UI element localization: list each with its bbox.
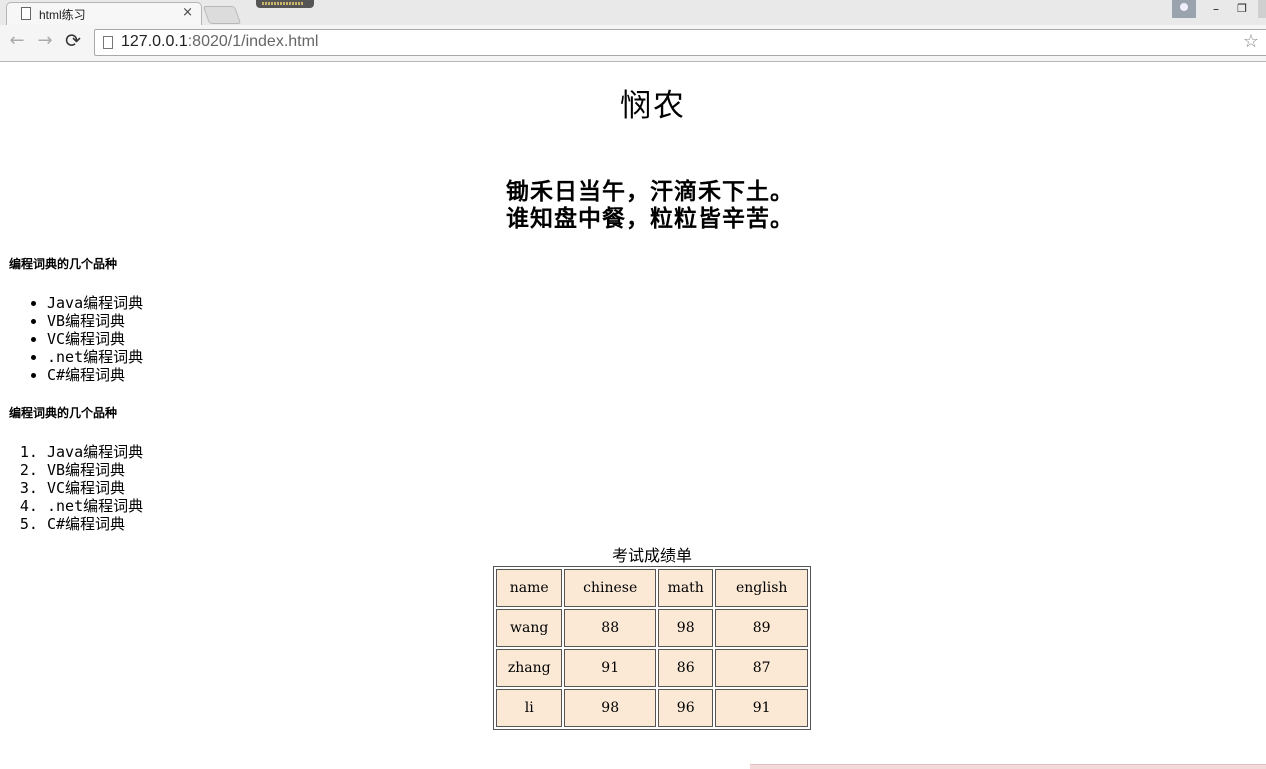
table-header-cell: chinese bbox=[564, 569, 657, 607]
table-header-cell: math bbox=[658, 569, 714, 607]
score-table: name chinese math english wang 88 98 89 … bbox=[493, 566, 811, 730]
media-indicator-icon bbox=[256, 0, 314, 8]
poem-body: 锄禾日当午，汗滴禾下土。 谁知盘中餐，粒粒皆辛苦。 bbox=[0, 178, 1266, 232]
table-cell: 96 bbox=[658, 689, 714, 727]
table-cell: 91 bbox=[715, 689, 808, 727]
page-title: 悯农 bbox=[620, 88, 686, 124]
score-table-wrapper: 考试成绩单 name chinese math english wang 88 … bbox=[493, 546, 811, 730]
url-text[interactable]: 127.0.0.1:8020/1/index.html bbox=[121, 33, 318, 51]
list-item: VC编程词典 bbox=[47, 479, 143, 497]
table-cell: 98 bbox=[564, 689, 657, 727]
reload-button[interactable]: ⟳ bbox=[63, 31, 83, 51]
toolbar: ← → ⟳ 127.0.0.1:8020/1/index.html ☆ bbox=[0, 25, 1266, 61]
tab-strip: html练习 × – ❐ bbox=[0, 0, 1266, 25]
poem-line-2: 谁知盘中餐，粒粒皆辛苦。 bbox=[506, 205, 794, 232]
table-header-cell: name bbox=[496, 569, 563, 607]
back-button[interactable]: ← bbox=[7, 31, 27, 51]
list-item: Java编程词典 bbox=[47, 294, 143, 312]
page-icon bbox=[103, 36, 113, 49]
table-cell: 91 bbox=[564, 649, 657, 687]
tab-title: html练习 bbox=[39, 8, 86, 22]
table-cell: 87 bbox=[715, 649, 808, 687]
table-row: wang 88 98 89 bbox=[496, 609, 808, 647]
forward-button[interactable]: → bbox=[35, 31, 55, 51]
table-cell: 88 bbox=[564, 609, 657, 647]
minimize-button[interactable]: – bbox=[1208, 2, 1224, 18]
file-icon bbox=[21, 7, 31, 20]
tab-html-practice[interactable]: html练习 × bbox=[6, 2, 202, 25]
poem-line-1: 锄禾日当午，汗滴禾下土。 bbox=[506, 178, 794, 205]
new-tab-button[interactable] bbox=[202, 6, 242, 24]
table-row: li 98 96 91 bbox=[496, 689, 808, 727]
maximize-button[interactable]: ❐ bbox=[1234, 2, 1250, 18]
table-cell: 86 bbox=[658, 649, 714, 687]
table-cell: 89 bbox=[715, 609, 808, 647]
table-cell: li bbox=[496, 689, 563, 727]
browser-chrome: html练习 × – ❐ ← → ⟳ 127.0.0.1:8020/1/inde… bbox=[0, 0, 1266, 62]
list-item: C#编程词典 bbox=[47, 366, 143, 384]
list-item: .net编程词典 bbox=[47, 348, 143, 366]
bookmark-star-icon[interactable]: ☆ bbox=[1243, 31, 1259, 52]
url-host: 127.0.0.1 bbox=[121, 33, 188, 50]
table-cell: wang bbox=[496, 609, 563, 647]
overlay-edge bbox=[750, 764, 1266, 769]
table-header-row: name chinese math english bbox=[496, 569, 808, 607]
page-viewport: 悯农 锄禾日当午，汗滴禾下土。 谁知盘中餐，粒粒皆辛苦。 编程词典的几个品种 J… bbox=[0, 62, 1266, 769]
table-header-cell: english bbox=[715, 569, 808, 607]
close-icon[interactable]: × bbox=[182, 5, 193, 20]
list-item: VB编程词典 bbox=[47, 312, 143, 330]
window-edge bbox=[1258, 0, 1266, 18]
list-item: VC编程词典 bbox=[47, 330, 143, 348]
table-cell: 98 bbox=[658, 609, 714, 647]
unordered-list: Java编程词典 VB编程词典 VC编程词典 .net编程词典 C#编程词典 bbox=[0, 294, 143, 384]
address-bar[interactable]: 127.0.0.1:8020/1/index.html ☆ bbox=[94, 29, 1266, 56]
ordered-list-heading: 编程词典的几个品种 bbox=[9, 406, 118, 420]
url-path: :8020/1/index.html bbox=[187, 33, 319, 50]
unordered-list-heading: 编程词典的几个品种 bbox=[9, 257, 118, 271]
list-item: Java编程词典 bbox=[47, 443, 143, 461]
list-item: C#编程词典 bbox=[47, 515, 143, 533]
ordered-list: Java编程词典 VB编程词典 VC编程词典 .net编程词典 C#编程词典 bbox=[0, 443, 143, 533]
user-icon[interactable] bbox=[1172, 0, 1196, 18]
table-row: zhang 91 86 87 bbox=[496, 649, 808, 687]
list-item: VB编程词典 bbox=[47, 461, 143, 479]
table-cell: zhang bbox=[496, 649, 563, 687]
table-caption: 考试成绩单 bbox=[611, 546, 692, 565]
list-item: .net编程词典 bbox=[47, 497, 143, 515]
